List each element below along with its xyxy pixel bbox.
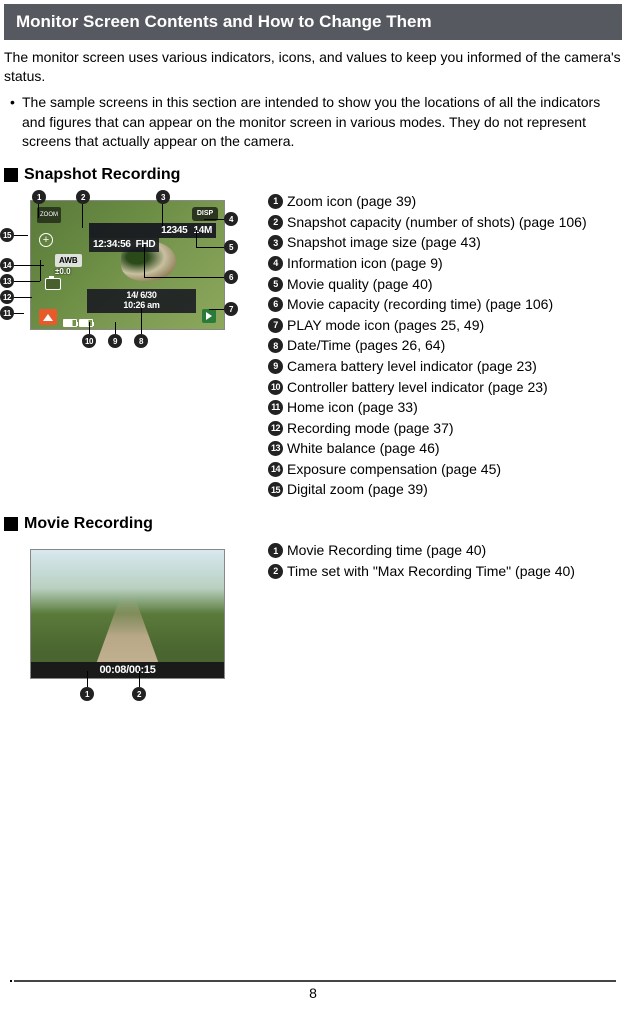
definition-item: 11 Home icon (page 33): [268, 398, 622, 418]
definition-text: Recording mode (page 37): [287, 419, 622, 439]
definition-text: Camera battery level indicator (page 23): [287, 357, 622, 377]
definition-text: White balance (page 46): [287, 439, 622, 459]
definition-item: 7 PLAY mode icon (pages 25, 49): [268, 316, 622, 336]
section-movie-recording: Movie Recording: [4, 513, 622, 535]
number-badge-icon: 11: [268, 400, 283, 415]
callout-8: 8: [134, 334, 148, 348]
definition-text: Movie quality (page 40): [287, 275, 622, 295]
footer-divider: [10, 980, 616, 982]
path-scene-icon: [89, 598, 166, 662]
bullet-text: The sample screens in this section are i…: [22, 93, 622, 152]
definition-item: 8 Date/Time (pages 26, 64): [268, 336, 622, 356]
definition-item: 15 Digital zoom (page 39): [268, 480, 622, 500]
exposure-indicator: ±0.0: [55, 266, 71, 277]
battery-icon: [63, 319, 77, 327]
number-badge-icon: 13: [268, 441, 283, 456]
number-badge-icon: 12: [268, 421, 283, 436]
number-badge-icon: 2: [268, 564, 283, 579]
movie-quality: FHD: [136, 238, 156, 252]
callout-14: 14: [0, 258, 14, 272]
definition-item: 9 Camera battery level indicator (page 23…: [268, 357, 622, 377]
movie-row: 00:08/00:15 1 2 1 Movie Recording time (p…: [4, 539, 622, 679]
definition-text: Movie capacity (recording time) (page 10…: [287, 295, 622, 315]
number-badge-icon: 15: [268, 482, 283, 497]
definition-item: 2 Snapshot capacity (number of shots) (pa…: [268, 213, 622, 233]
definition-text: Controller battery level indicator (page…: [287, 378, 622, 398]
callout-m1: 1: [80, 687, 94, 701]
callout-m2: 2: [132, 687, 146, 701]
snapshot-definitions: 1 Zoom icon (page 39) 2 Snapshot capacity (…: [264, 190, 622, 501]
page-number: 8: [0, 984, 626, 1004]
definition-text: Zoom icon (page 39): [287, 192, 622, 212]
note-bullet: • The sample screens in this section are…: [4, 93, 622, 152]
callout-15: 15: [0, 228, 14, 242]
definition-text: Date/Time (pages 26, 64): [287, 336, 622, 356]
section-label: Movie Recording: [24, 513, 153, 535]
definition-text: Movie Recording time (page 40): [287, 541, 622, 561]
callout-10: 10: [82, 334, 96, 348]
definition-item: 12 Recording mode (page 37): [268, 419, 622, 439]
callout-4: 4: [224, 212, 238, 226]
timecode-strip: 00:08/00:15: [31, 662, 224, 678]
movie-sample-screen: 00:08/00:15: [30, 549, 225, 679]
camera-icon: [45, 278, 61, 290]
definition-item: 4 Information icon (page 9): [268, 254, 622, 274]
number-badge-icon: 5: [268, 277, 283, 292]
section-snapshot-recording: Snapshot Recording: [4, 164, 622, 186]
home-icon: [39, 309, 57, 325]
number-badge-icon: 6: [268, 297, 283, 312]
callout-9: 9: [108, 334, 122, 348]
play-mode-icon: [202, 309, 216, 323]
definition-item: 13 White balance (page 46): [268, 439, 622, 459]
square-icon: [4, 517, 18, 531]
definition-text: Exposure compensation (page 45): [287, 460, 622, 480]
definition-text: Home icon (page 33): [287, 398, 622, 418]
callout-12: 12: [0, 290, 14, 304]
definition-item: 14 Exposure compensation (page 45): [268, 460, 622, 480]
clock-readout: 12:34:56 FHD: [89, 238, 159, 252]
definition-text: Information icon (page 9): [287, 254, 622, 274]
callout-7: 7: [224, 302, 238, 316]
figure1-column: 1 2 3 4 5 6 7 8 9 10 11 12 13 14 15: [4, 190, 264, 501]
definition-item: 2 Time set with "Max Recording Time" (pag…: [268, 562, 622, 582]
number-badge-icon: 3: [268, 235, 283, 250]
battery-icon: [79, 319, 93, 327]
definition-item: 10 Controller battery level indicator (pa…: [268, 378, 622, 398]
definition-text: PLAY mode icon (pages 25, 49): [287, 316, 622, 336]
definition-text: Snapshot capacity (number of shots) (pag…: [287, 213, 622, 233]
snapshot-counter: 12345: [161, 224, 187, 238]
number-badge-icon: 1: [268, 194, 283, 209]
snapshot-row: 1 2 3 4 5 6 7 8 9 10 11 12 13 14 15: [4, 190, 622, 501]
intro-paragraph: The monitor screen uses various indicato…: [4, 48, 622, 87]
definition-item: 5 Movie quality (page 40): [268, 275, 622, 295]
number-badge-icon: 8: [268, 338, 283, 353]
callout-6: 6: [224, 270, 238, 284]
definition-item: 3 Snapshot image size (page 43): [268, 233, 622, 253]
zoom-indicator: ZOOM: [37, 207, 61, 223]
zoom-plus-icon: +: [39, 233, 53, 247]
number-badge-icon: 10: [268, 380, 283, 395]
definition-item: 1 Zoom icon (page 39): [268, 192, 622, 212]
section-banner: Monitor Screen Contents and How to Chang…: [4, 4, 622, 40]
definition-text: Digital zoom (page 39): [287, 480, 622, 500]
callout-13: 13: [0, 274, 14, 288]
definition-text: Time set with "Max Recording Time" (page…: [287, 562, 622, 582]
definition-item: 6 Movie capacity (recording time) (page 1…: [268, 295, 622, 315]
bullet-marker: •: [4, 93, 22, 152]
number-badge-icon: 9: [268, 359, 283, 374]
snapshot-sample-screen: ZOOM + DISP 12345 14M 12:34:56 FHD AWB ±…: [30, 200, 225, 330]
square-icon: [4, 168, 18, 182]
callout-11: 11: [0, 306, 14, 320]
callout-5: 5: [224, 240, 238, 254]
number-badge-icon: 2: [268, 215, 283, 230]
figure2-column: 00:08/00:15 1 2: [4, 539, 264, 679]
number-badge-icon: 1: [268, 543, 283, 558]
number-badge-icon: 4: [268, 256, 283, 271]
definition-item: 1 Movie Recording time (page 40): [268, 541, 622, 561]
movie-definitions: 1 Movie Recording time (page 40) 2 Time set…: [264, 539, 622, 679]
number-badge-icon: 14: [268, 462, 283, 477]
definition-text: Snapshot image size (page 43): [287, 233, 622, 253]
section-label: Snapshot Recording: [24, 164, 180, 186]
number-badge-icon: 7: [268, 318, 283, 333]
